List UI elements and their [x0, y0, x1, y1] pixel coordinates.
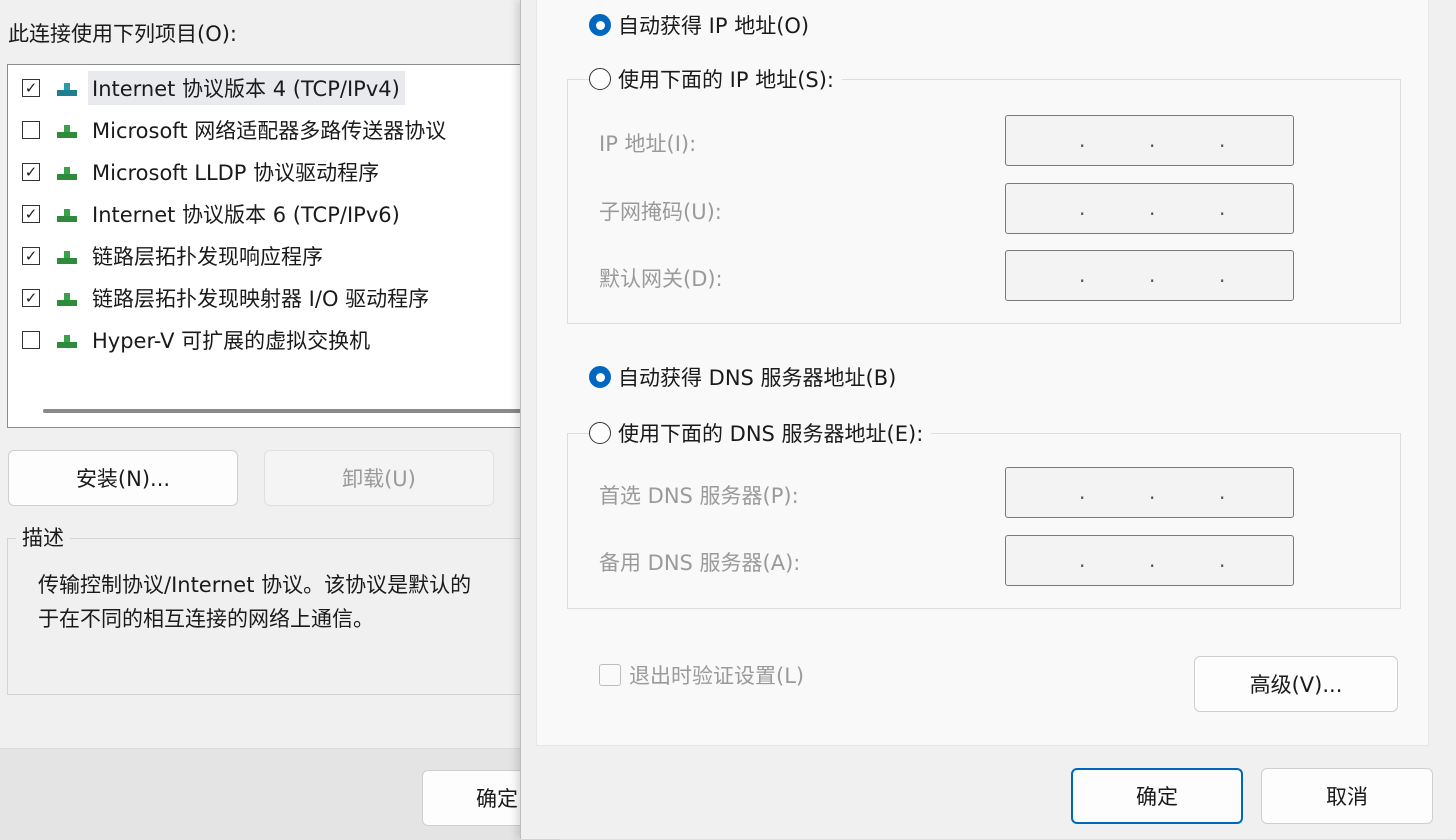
default-gateway-input[interactable]: . . .: [1005, 250, 1294, 301]
list-item-label: Microsoft 网络适配器多路传送器协议: [92, 119, 447, 143]
ip-separator: .: [1149, 196, 1156, 220]
checkbox-checked[interactable]: ✓: [22, 205, 40, 223]
description-line: 于在不同的相互连接的网络上通信。: [38, 607, 374, 631]
checkbox-checked[interactable]: ✓: [22, 289, 40, 307]
radio-selected-icon: [589, 14, 611, 36]
ip-separator: .: [1149, 263, 1156, 287]
description-legend: 描述: [16, 522, 70, 552]
network-protocol-icon: [56, 203, 78, 225]
preferred-dns-label: 首选 DNS 服务器(P):: [599, 484, 799, 508]
list-item-label: Internet 协议版本 6 (TCP/IPv6): [92, 203, 400, 227]
preferred-dns-input[interactable]: . . .: [1005, 467, 1294, 518]
ip-separator: .: [1079, 263, 1086, 287]
manual-ip-radio[interactable]: 使用下面的 IP 地址(S):: [589, 64, 842, 94]
checkbox-checked[interactable]: ✓: [22, 163, 40, 181]
list-item-label: Microsoft LLDP 协议驱动程序: [92, 161, 380, 185]
checkbox-unchecked: [599, 664, 621, 686]
list-item-multiplexor[interactable]: Microsoft 网络适配器多路传送器协议: [22, 114, 451, 146]
list-item-lltd-responder[interactable]: ✓ 链路层拓扑发现响应程序: [22, 240, 328, 272]
ip-separator: .: [1219, 263, 1226, 287]
uninstall-button[interactable]: 卸载(U): [264, 450, 494, 506]
auto-dns-label: 自动获得 DNS 服务器地址(B): [618, 366, 897, 390]
network-protocol-icon: [56, 77, 78, 99]
cancel-button[interactable]: 取消: [1261, 768, 1433, 824]
ip-separator: .: [1219, 548, 1226, 572]
list-item-label: 链路层拓扑发现响应程序: [92, 245, 323, 269]
manual-dns-radio[interactable]: 使用下面的 DNS 服务器地址(E):: [589, 418, 932, 448]
ip-separator: .: [1219, 128, 1226, 152]
ip-separator: .: [1219, 480, 1226, 504]
install-button[interactable]: 安装(N)...: [8, 450, 238, 506]
subnet-mask-input[interactable]: . . .: [1005, 183, 1294, 234]
list-item-hyperv-switch[interactable]: Hyper-V 可扩展的虚拟交换机: [22, 324, 375, 356]
network-protocol-icon: [56, 245, 78, 267]
ip-separator: .: [1079, 480, 1086, 504]
manual-ip-label: 使用下面的 IP 地址(S):: [618, 68, 834, 92]
ip-separator: .: [1149, 480, 1156, 504]
ip-separator: .: [1079, 548, 1086, 572]
ip-separator: .: [1219, 196, 1226, 220]
manual-dns-label: 使用下面的 DNS 服务器地址(E):: [618, 422, 924, 446]
alternate-dns-input[interactable]: . . .: [1005, 535, 1294, 586]
ok-button[interactable]: 确定: [1071, 768, 1243, 824]
list-item-lltd-mapper[interactable]: ✓ 链路层拓扑发现映射器 I/O 驱动程序: [22, 282, 434, 314]
list-item-label: Hyper-V 可扩展的虚拟交换机: [92, 329, 371, 353]
items-list[interactable]: ✓ Internet 协议版本 4 (TCP/IPv4) Microsoft 网…: [7, 64, 568, 428]
radio-selected-icon: [589, 366, 611, 388]
checkbox-checked[interactable]: ✓: [22, 79, 40, 97]
alternate-dns-label: 备用 DNS 服务器(A):: [599, 551, 801, 575]
list-item-ipv6[interactable]: ✓ Internet 协议版本 6 (TCP/IPv6): [22, 198, 405, 230]
checkbox-unchecked[interactable]: [22, 331, 40, 349]
network-protocol-icon: [56, 119, 78, 141]
network-protocol-icon: [56, 161, 78, 183]
list-item-label: Internet 协议版本 4 (TCP/IPv4): [88, 71, 405, 105]
auto-ip-label: 自动获得 IP 地址(O): [618, 14, 810, 38]
ip-address-input[interactable]: . . .: [1005, 115, 1294, 166]
auto-dns-radio[interactable]: 自动获得 DNS 服务器地址(B): [589, 362, 896, 392]
advanced-button[interactable]: 高级(V)...: [1194, 656, 1398, 712]
checkbox-checked[interactable]: ✓: [22, 247, 40, 265]
radio-unselected-icon: [589, 68, 611, 90]
validate-on-exit-label: 退出时验证设置(L): [629, 664, 805, 688]
description-line: 传输控制协议/Internet 协议。该协议是默认的: [38, 573, 472, 597]
network-protocol-icon: [56, 329, 78, 351]
list-item-ipv4[interactable]: ✓ Internet 协议版本 4 (TCP/IPv4): [22, 71, 405, 105]
list-item-lldp[interactable]: ✓ Microsoft LLDP 协议驱动程序: [22, 156, 384, 188]
default-gateway-label: 默认网关(D):: [599, 267, 723, 291]
ip-separator: .: [1079, 196, 1086, 220]
description-text: 传输控制协议/Internet 协议。该协议是默认的 于在不同的相互连接的网络上…: [38, 568, 538, 636]
radio-unselected-icon: [589, 422, 611, 444]
ethernet-properties-dialog: 此连接使用下列项目(O): ✓ Internet 协议版本 4 (TCP/IPv…: [0, 0, 572, 840]
ip-separator: .: [1149, 128, 1156, 152]
horizontal-scrollbar[interactable]: [43, 409, 568, 413]
auto-ip-radio[interactable]: 自动获得 IP 地址(O): [589, 10, 809, 40]
ip-separator: .: [1079, 128, 1086, 152]
items-title: 此连接使用下列项目(O):: [8, 22, 237, 46]
checkbox-unchecked[interactable]: [22, 121, 40, 139]
list-item-label: 链路层拓扑发现映射器 I/O 驱动程序: [92, 287, 430, 311]
ipv4-properties-dialog: 自动获得 IP 地址(O) 使用下面的 IP 地址(S): IP 地址(I): …: [520, 0, 1456, 839]
ip-address-label: IP 地址(I):: [599, 132, 697, 156]
network-protocol-icon: [56, 287, 78, 309]
validate-on-exit-checkbox[interactable]: 退出时验证设置(L): [599, 660, 804, 690]
ip-separator: .: [1149, 548, 1156, 572]
subnet-mask-label: 子网掩码(U):: [599, 200, 722, 224]
